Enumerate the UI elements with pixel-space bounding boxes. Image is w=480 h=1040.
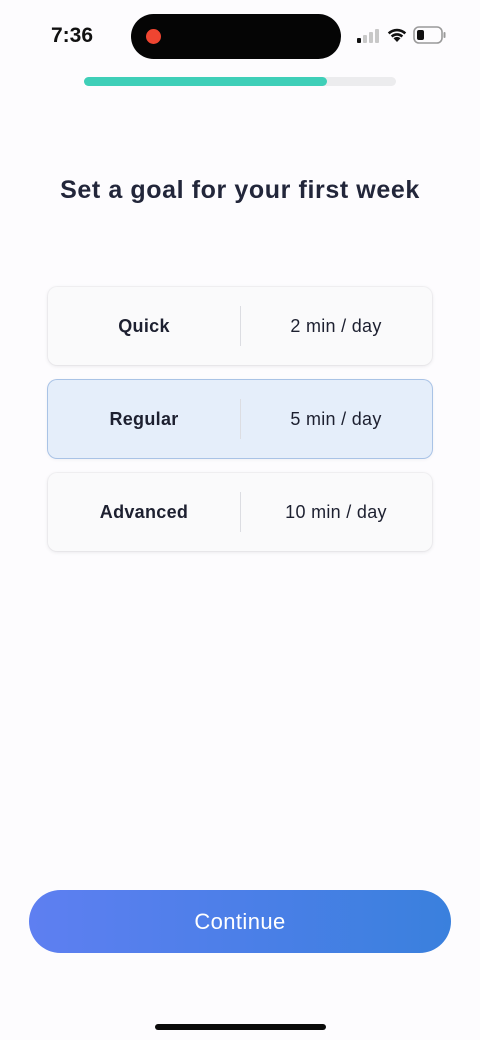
option-divider <box>240 306 241 346</box>
progress-bar <box>84 77 396 86</box>
wifi-icon <box>387 28 407 42</box>
status-time: 7:36 <box>51 24 94 47</box>
goal-option-time: 10 min / day <box>285 501 387 522</box>
goal-option-advanced[interactable]: Advanced 10 min / day <box>48 473 432 551</box>
signal-icon <box>357 29 379 43</box>
battery-icon <box>413 26 446 44</box>
screen: 7:36 Set a goal for your first week Quic… <box>0 0 480 1040</box>
recording-indicator-icon <box>146 29 161 44</box>
page-title: Set a goal for your first week <box>60 176 420 204</box>
option-divider <box>240 492 241 532</box>
home-indicator <box>155 1024 326 1030</box>
goal-options-list: Quick 2 min / day Regular 5 min / day Ad… <box>48 287 432 566</box>
dynamic-island <box>131 14 341 59</box>
goal-option-name: Regular <box>109 408 179 429</box>
goal-option-time: 5 min / day <box>290 408 382 429</box>
continue-button[interactable]: Continue <box>29 890 451 953</box>
goal-option-name: Quick <box>118 315 170 336</box>
goal-option-name: Advanced <box>99 501 189 522</box>
option-divider <box>240 399 241 439</box>
goal-option-time: 2 min / day <box>290 315 382 336</box>
goal-option-quick[interactable]: Quick 2 min / day <box>48 287 432 365</box>
goal-option-regular[interactable]: Regular 5 min / day <box>48 380 432 458</box>
progress-bar-fill <box>84 77 328 86</box>
